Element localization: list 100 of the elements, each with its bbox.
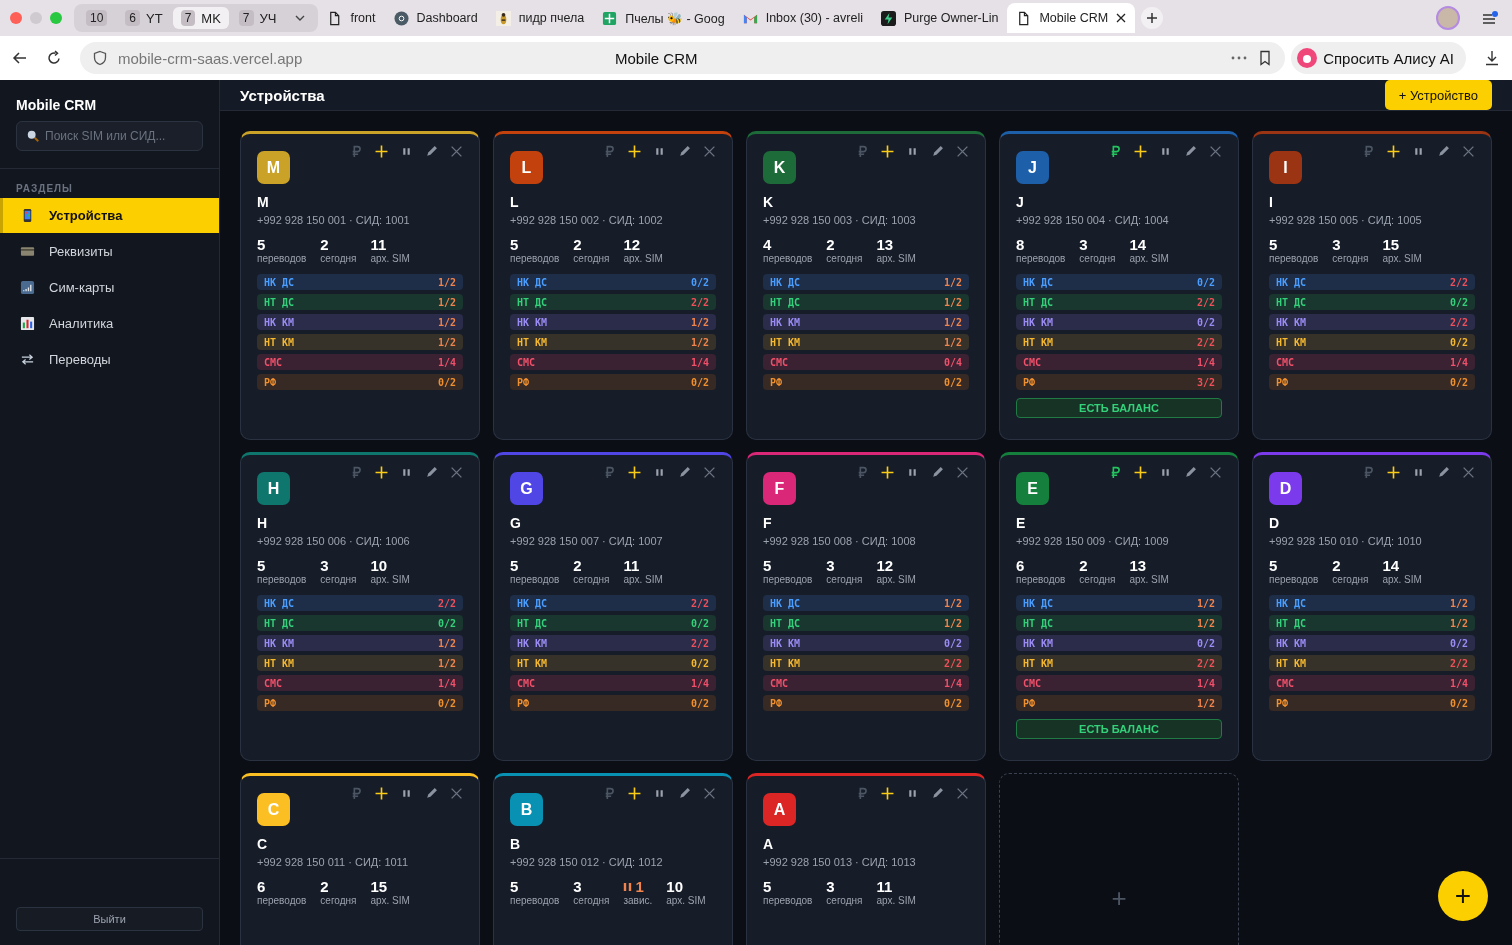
sidebar-item[interactable]: Переводы	[0, 342, 219, 377]
back-icon[interactable]	[12, 50, 28, 66]
pencil-icon[interactable]	[425, 145, 438, 158]
pause-icon[interactable]	[1159, 145, 1172, 158]
balance-badge[interactable]: ЕСТЬ БАЛАНС	[1016, 719, 1222, 739]
pencil-icon[interactable]	[425, 466, 438, 479]
plus-icon[interactable]	[375, 466, 388, 479]
add-fab-button[interactable]: +	[1438, 871, 1488, 921]
close-icon[interactable]	[1116, 13, 1127, 23]
browser-tab[interactable]: Mobile CRM	[1007, 3, 1136, 33]
stat-value: 10	[370, 557, 389, 574]
pencil-icon[interactable]	[1184, 466, 1197, 479]
balance-badge[interactable]: ЕСТЬ БАЛАНС	[1016, 398, 1222, 418]
plus-icon[interactable]	[628, 145, 641, 158]
pause-icon[interactable]	[653, 466, 666, 479]
browser-tab[interactable]: front	[318, 3, 385, 33]
new-tab-button[interactable]	[1141, 7, 1164, 29]
pause-icon[interactable]	[906, 145, 919, 158]
pencil-icon[interactable]	[931, 787, 944, 800]
reload-icon[interactable]	[46, 50, 62, 66]
plus-icon[interactable]	[1387, 145, 1400, 158]
stat-label: арх. SIM	[623, 574, 663, 585]
device-phone: +992 928 150 003 · СИД: 1003	[763, 214, 917, 226]
pause-icon[interactable]	[1159, 466, 1172, 479]
pencil-icon[interactable]	[931, 145, 944, 158]
plus-icon[interactable]	[628, 466, 641, 479]
slot-label: НТ КМ	[517, 336, 548, 348]
pencil-icon[interactable]	[1437, 145, 1450, 158]
stat-value: 2	[1332, 557, 1342, 574]
pause-icon[interactable]	[400, 145, 413, 158]
plus-icon[interactable]	[628, 787, 641, 800]
browser-tab[interactable]: Пчелы 🐝 - Goog	[593, 3, 734, 33]
add-device-button[interactable]: + Устройство	[1384, 80, 1492, 110]
pause-icon[interactable]	[906, 787, 919, 800]
sidebar-item[interactable]: Сим-карты	[0, 270, 219, 305]
slot-label: НТ КМ	[264, 336, 295, 348]
device-avatar: K	[763, 151, 796, 184]
ruble-icon[interactable]	[1109, 145, 1122, 158]
device-name: G	[510, 515, 522, 531]
plus-icon[interactable]	[1134, 466, 1147, 479]
pencil-icon[interactable]	[678, 466, 691, 479]
slot-count: 0/2	[437, 617, 456, 629]
address-bar[interactable]: mobile-crm-saas.vercel.app Mobile CRM	[80, 42, 1286, 74]
browser-tab[interactable]: Purge Owner-Lin	[871, 3, 1008, 33]
browser-tab[interactable]: Dashboard	[384, 3, 487, 33]
sidebar-item[interactable]: Реквизиты	[0, 234, 219, 269]
search-field[interactable]: Поиск SIM или СИД...	[16, 121, 203, 151]
slot-label: СМС	[264, 677, 283, 689]
slot-count: 1/2	[943, 617, 962, 629]
plus-icon[interactable]	[375, 787, 388, 800]
stat-value: 15	[1382, 236, 1401, 253]
plus-icon[interactable]	[375, 145, 388, 158]
slot-label: НК ДС	[1276, 597, 1307, 609]
shield-icon	[92, 50, 108, 66]
slot-label: НК КМ	[517, 637, 548, 649]
slot-count: 1/4	[437, 356, 456, 368]
device-avatar: J	[1016, 151, 1049, 184]
assistant-button[interactable]: Спросить Алису AI	[1291, 42, 1466, 74]
pencil-icon[interactable]	[678, 787, 691, 800]
ruble-icon[interactable]	[1109, 466, 1122, 479]
plus-icon[interactable]	[1134, 145, 1147, 158]
plus-icon[interactable]	[881, 466, 894, 479]
plus-icon[interactable]	[881, 145, 894, 158]
pause-icon[interactable]	[400, 466, 413, 479]
more-icon[interactable]	[1231, 56, 1248, 60]
slot-label: НТ ДС	[264, 296, 295, 308]
slot-count: 1/2	[690, 336, 709, 348]
pause-icon[interactable]	[400, 787, 413, 800]
pencil-icon[interactable]	[1184, 145, 1197, 158]
stat-value: 6	[1016, 557, 1026, 574]
slot-label: НТ ДС	[1023, 617, 1054, 629]
download-icon[interactable]	[1484, 50, 1500, 66]
pencil-icon[interactable]	[425, 787, 438, 800]
menu-icon[interactable]	[1482, 11, 1498, 25]
stat-label: арх. SIM	[1129, 574, 1169, 585]
stat-label: арх. SIM	[370, 574, 410, 585]
tab-group[interactable]: 6 YT	[117, 7, 171, 29]
pencil-icon[interactable]	[931, 466, 944, 479]
sidebar-item[interactable]: Аналитика	[0, 306, 219, 341]
pause-icon[interactable]	[653, 145, 666, 158]
pause-icon[interactable]	[653, 787, 666, 800]
stat-label: арх. SIM	[370, 895, 410, 906]
tab-group[interactable]: 7 MK	[172, 7, 229, 29]
tab-group[interactable]: 10	[78, 7, 116, 29]
slot-label: НК ДС	[1276, 276, 1307, 288]
logout-button[interactable]: Выйти	[16, 907, 203, 931]
plus-icon[interactable]	[1387, 466, 1400, 479]
pencil-icon[interactable]	[678, 145, 691, 158]
pencil-icon[interactable]	[1437, 466, 1450, 479]
pause-icon[interactable]	[1412, 145, 1425, 158]
sidebar-item[interactable]: Устройства	[0, 198, 219, 233]
browser-tab[interactable]: пидр пчела	[486, 3, 594, 33]
slot-label: НК ДС	[1023, 597, 1054, 609]
stat-label: сегодня	[1079, 253, 1116, 264]
plus-icon[interactable]	[881, 787, 894, 800]
pause-icon[interactable]	[906, 466, 919, 479]
tab-group[interactable]: 7 УЧ	[230, 7, 285, 29]
slot-label: НТ КМ	[1276, 657, 1307, 669]
pause-icon[interactable]	[1412, 466, 1425, 479]
browser-tab[interactable]: Inbox (30) - avreli	[733, 3, 872, 33]
